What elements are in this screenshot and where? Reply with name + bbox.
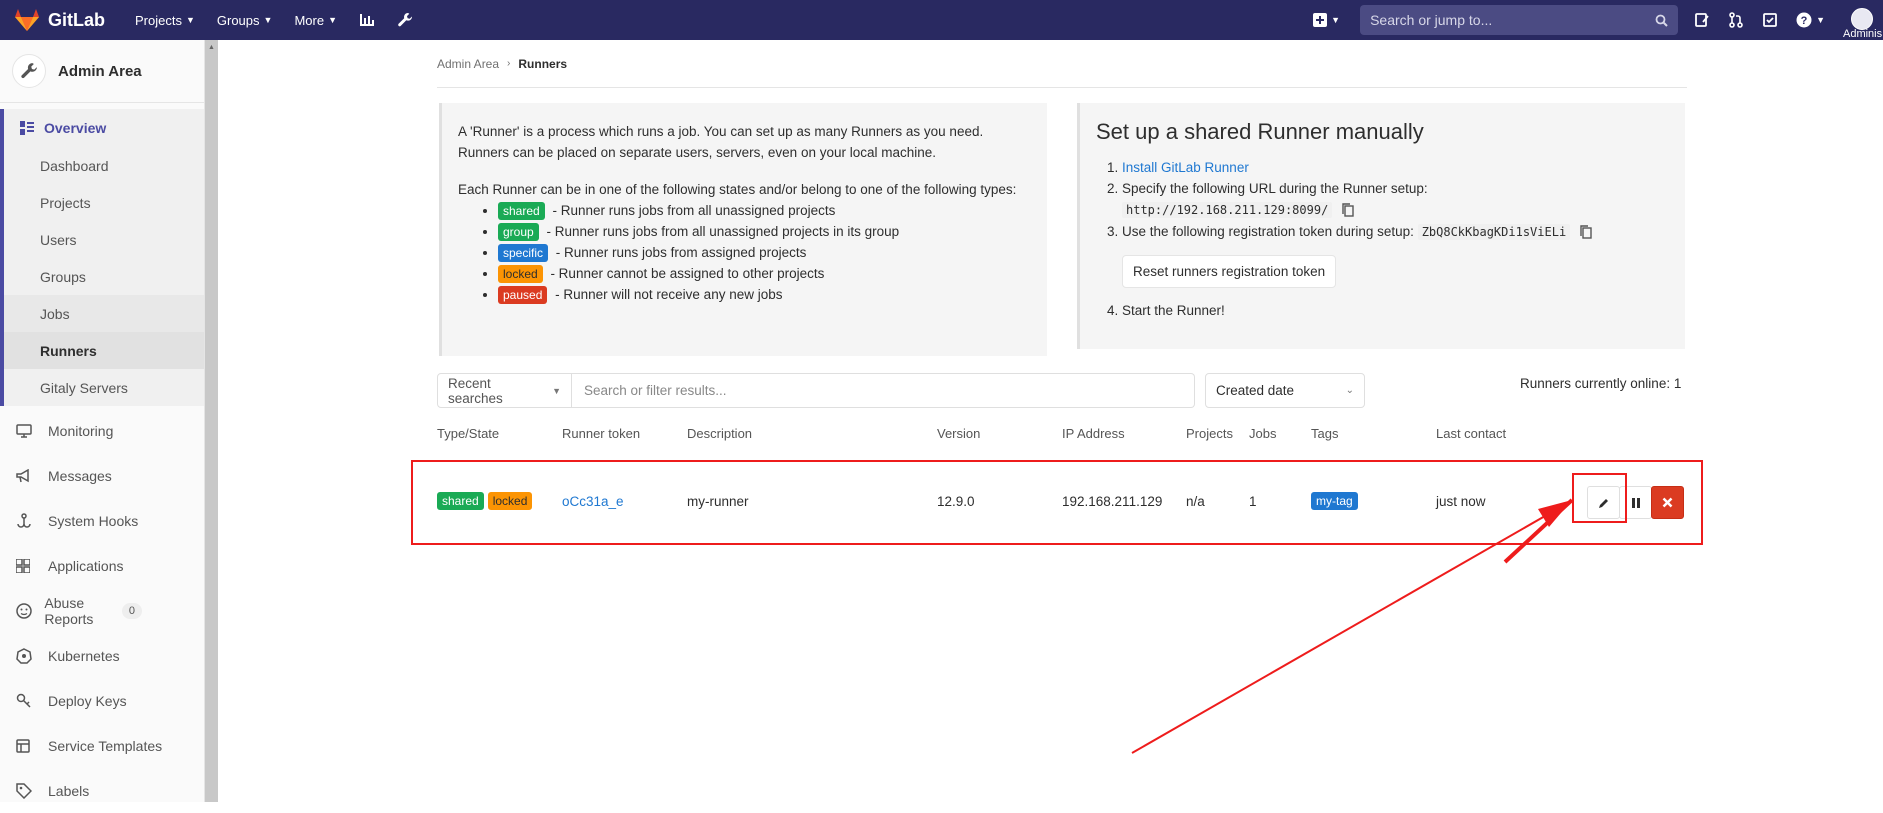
annotation-arrow bbox=[1131, 498, 1574, 754]
